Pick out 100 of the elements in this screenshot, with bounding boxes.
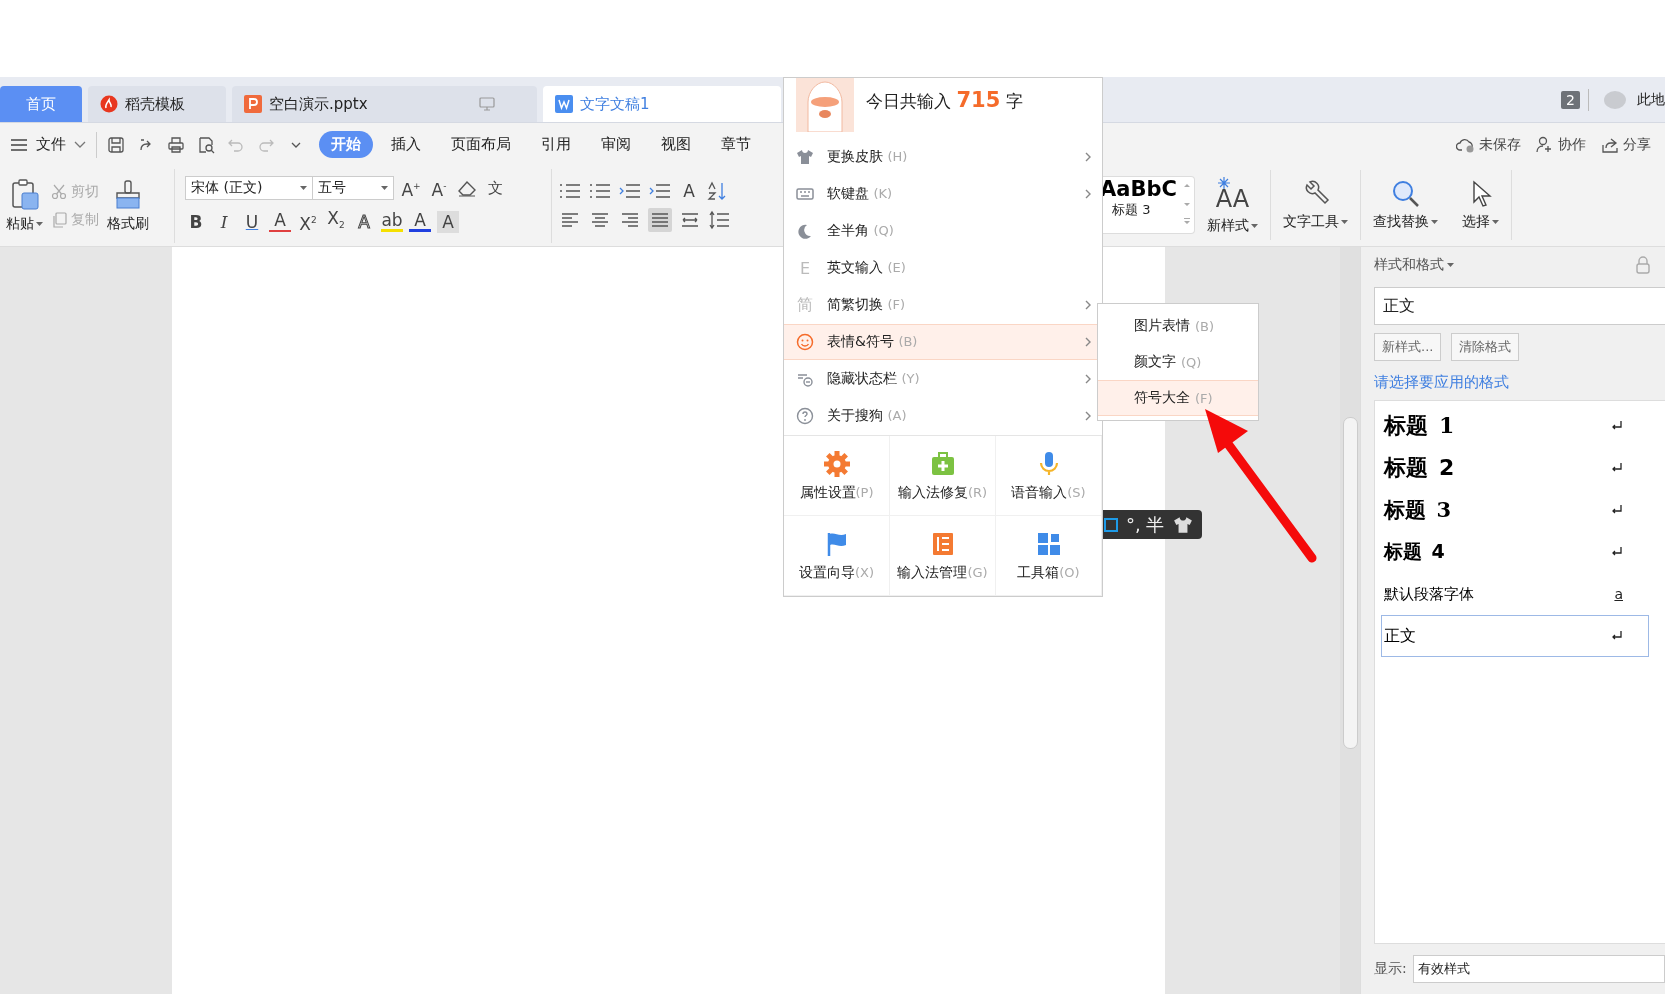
font-size-select[interactable]: 五号 xyxy=(312,176,394,201)
caret-icon xyxy=(1431,220,1438,224)
caret-icon xyxy=(1341,220,1348,224)
menu-item[interactable]: E 英文输入 (E) xyxy=(784,250,1102,286)
panel-button[interactable]: 清除格式 xyxy=(1451,333,1520,361)
menu-item[interactable]: 软键盘 (K) xyxy=(784,176,1102,212)
ribbon-tab[interactable]: 章节 xyxy=(709,131,763,158)
copy-icon xyxy=(51,212,67,228)
panel-button[interactable]: 新样式... xyxy=(1374,333,1442,361)
menu-item[interactable]: 更换皮肤 (H) xyxy=(784,139,1102,175)
document-tab[interactable]: 稻壳模板 xyxy=(88,86,226,122)
caret-icon xyxy=(381,186,388,191)
brush-icon xyxy=(113,179,143,211)
ribbon-tab[interactable]: 审阅 xyxy=(589,131,643,158)
format-button[interactable]: X$^{2}$ xyxy=(297,209,319,235)
show-dropdown[interactable]: 有效样式 xyxy=(1412,955,1665,983)
presentation-file-icon xyxy=(244,95,262,113)
scissors-icon xyxy=(51,184,67,200)
character-style-mark: a xyxy=(1614,586,1623,602)
help-icon xyxy=(796,407,814,425)
preview-icon[interactable] xyxy=(197,135,215,154)
font-select[interactable]: 宋体 (正文) xyxy=(185,176,313,201)
format-button[interactable]: B xyxy=(185,210,207,233)
numbered-list-icon[interactable] xyxy=(588,182,612,200)
font-size-button[interactable]: A$^{+}$ xyxy=(400,175,422,202)
alignment-icon[interactable] xyxy=(648,208,672,232)
share-button[interactable]: 分享 xyxy=(1600,135,1651,154)
new-style-button[interactable]: AA 新样式 xyxy=(1207,175,1258,235)
shirt-icon xyxy=(1172,514,1195,535)
text-tools-button[interactable]: 文字工具 xyxy=(1283,179,1348,231)
caret-icon xyxy=(1492,220,1499,224)
return-icon xyxy=(1611,504,1623,516)
format-button[interactable]: X$_{2}$ xyxy=(325,207,347,237)
style-dropdown[interactable]: 正文 xyxy=(1374,287,1665,325)
eraser-icon[interactable] xyxy=(456,179,478,198)
style-item[interactable]: 标题 4 xyxy=(1381,531,1649,573)
clipboard-icon xyxy=(9,179,40,211)
show-label: 显示: xyxy=(1374,960,1407,978)
font-size-button[interactable]: A$^{-}$ xyxy=(428,175,450,202)
style-preview: AaBbC xyxy=(1100,177,1177,201)
tool-tile[interactable]: 属性设置(P) xyxy=(784,436,890,516)
keyboard-icon xyxy=(796,185,814,203)
style-item[interactable]: 标题 2 xyxy=(1381,447,1649,489)
style-name: 标题 3 xyxy=(1112,201,1151,219)
select-button[interactable]: 选择 xyxy=(1462,179,1499,231)
window-count-badge[interactable]: 2 xyxy=(1561,90,1580,109)
document-file-icon xyxy=(555,95,573,113)
caret-icon xyxy=(1251,224,1258,228)
collaborate-button[interactable]: 协作 xyxy=(1535,135,1586,154)
search-icon xyxy=(1390,179,1421,209)
format-button[interactable]: U xyxy=(241,210,263,233)
scrollbar[interactable] xyxy=(1340,247,1360,994)
menu-item[interactable]: 符号大全 (F) xyxy=(1098,380,1258,416)
tool-tile[interactable]: 设置向导(X) xyxy=(784,516,890,596)
format-button[interactable]: A xyxy=(269,211,291,233)
style-item[interactable]: 正文 xyxy=(1381,615,1649,657)
tool-tile[interactable]: 输入法管理(G) xyxy=(890,516,996,596)
style-gallery[interactable]: AaBbC 标题 3 xyxy=(1100,176,1195,234)
document-tab[interactable]: 文字文稿1 xyxy=(543,86,781,122)
menu-icon xyxy=(10,137,28,152)
ribbon-tab[interactable]: 视图 xyxy=(649,131,703,158)
tool-tile[interactable]: 输入法修复(R) xyxy=(890,436,996,516)
format-button[interactable]: ab xyxy=(381,211,403,233)
menu-item[interactable]: 全半角 (Q) xyxy=(784,213,1102,249)
indent-icon[interactable] xyxy=(648,182,672,200)
sort-icon[interactable] xyxy=(706,181,728,201)
caret-icon xyxy=(36,222,43,226)
print-icon[interactable] xyxy=(167,135,185,154)
file-menu[interactable]: 文件 xyxy=(10,135,86,154)
format-button[interactable]: I xyxy=(213,210,235,233)
style-item[interactable]: 标题 3 xyxy=(1381,489,1649,531)
tool-tile[interactable]: 语音输入(S) xyxy=(996,436,1102,516)
ribbon-tab[interactable]: 引用 xyxy=(529,131,583,158)
tool-tile[interactable]: 工具箱(O) xyxy=(996,516,1102,596)
outdent-icon[interactable] xyxy=(618,182,642,200)
lock-icon[interactable] xyxy=(1635,256,1651,274)
format-painter-button[interactable]: 格式刷 xyxy=(107,179,149,233)
ribbon-tab[interactable]: 插入 xyxy=(379,131,433,158)
paste-button[interactable]: 粘贴 xyxy=(6,179,43,233)
ribbon-tab[interactable]: 页面布局 xyxy=(439,131,523,158)
user-name[interactable]: 此地 xyxy=(1637,90,1665,109)
save-icon[interactable] xyxy=(107,135,125,154)
shirt-icon xyxy=(796,148,814,166)
format-button[interactable]: A xyxy=(409,211,431,233)
return-icon xyxy=(1611,630,1623,642)
style-item[interactable]: 默认段落字体 a xyxy=(1381,573,1649,615)
document-tab[interactable]: 空白演示.pptx xyxy=(232,86,537,122)
style-item[interactable]: 标题 1 xyxy=(1381,405,1649,447)
caret-icon xyxy=(300,186,307,191)
flame-icon xyxy=(100,95,118,113)
panel-title[interactable]: 样式和格式 xyxy=(1374,256,1454,274)
pinyin-button[interactable]: 文 xyxy=(484,177,506,200)
format-button[interactable]: A xyxy=(437,210,459,233)
smiley-icon xyxy=(796,333,814,351)
save-status-button[interactable]: 未保存 xyxy=(1456,135,1521,154)
find-replace-button[interactable]: 查找替换 xyxy=(1373,179,1438,231)
text-direction-button[interactable]: A xyxy=(678,180,700,202)
bullet-list-icon[interactable] xyxy=(558,182,582,200)
line-spacing-icon[interactable] xyxy=(708,210,730,230)
panel-prompt: 请选择要应用的格式 xyxy=(1374,373,1510,392)
